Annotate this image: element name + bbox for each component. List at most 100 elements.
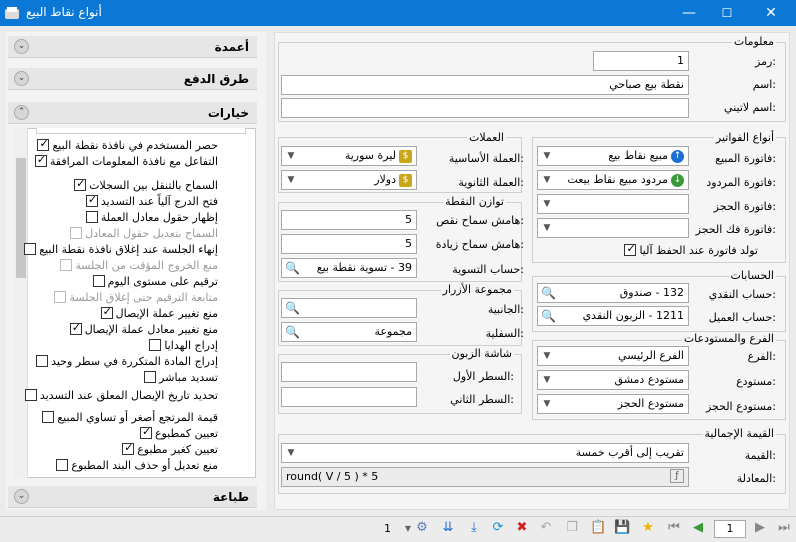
latin-name-input[interactable] [281, 98, 689, 118]
first-record-icon[interactable]: ⏮ [666, 520, 682, 536]
option-item[interactable]: منع تعديل أو حذف البند المطبوع [0, 458, 218, 472]
search-icon[interactable]: 🔍 [284, 260, 300, 276]
minimize-button[interactable]: — [672, 0, 706, 26]
option-item[interactable]: منع تغيير معادل عملة الإيصال [0, 321, 218, 336]
checkbox[interactable] [24, 389, 37, 401]
settlement-account-lookup[interactable]: 🔍 39 - تسوية نقطة بيع [281, 258, 417, 278]
option-item[interactable]: التفاعل مع نافذة المعلومات المرافقة [0, 153, 218, 168]
chevron-down-icon[interactable]: ▼ [538, 371, 556, 389]
rounding-dropdown[interactable]: ▼ تقريب إلى أقرب خمسة [281, 443, 689, 463]
chevron-down-icon[interactable]: ▼ [538, 195, 556, 213]
copy-icon[interactable]: ❐ [564, 520, 580, 536]
deficit-input[interactable]: 5 [281, 210, 417, 230]
cash-account-lookup[interactable]: 🔍 132 - صندوق [537, 283, 689, 303]
option-item[interactable]: إدراج الهدايا [0, 338, 218, 352]
section-columns[interactable]: ⌄ أعمدة [8, 36, 257, 58]
line1-input[interactable] [281, 362, 417, 382]
chevron-down-icon[interactable]: ▼ [538, 395, 556, 413]
section-printing[interactable]: ⌄ طباعة [8, 486, 257, 508]
chevron-down-icon[interactable]: ▼ [282, 147, 300, 165]
star-icon[interactable]: ★ [640, 520, 656, 536]
checkbox[interactable] [144, 371, 157, 383]
option-item[interactable]: قيمة المرتجع أصغر أو تساوي المبيع [0, 410, 218, 424]
reserve-invoice-dropdown[interactable]: ▼ [537, 194, 689, 214]
checkbox[interactable] [85, 211, 98, 223]
unreserve-invoice-dropdown[interactable]: ▼ [537, 218, 689, 238]
section-payment-methods[interactable]: ⌄ طرق الدفع [8, 68, 257, 90]
checkbox[interactable] [69, 321, 82, 335]
expand-icon[interactable]: ⌄ [14, 71, 29, 86]
checkbox[interactable] [92, 275, 105, 287]
code-input[interactable]: 1 [593, 51, 689, 71]
customer-account-lookup[interactable]: 🔍 1211 - الزبون النقدي [537, 306, 689, 326]
checkbox[interactable] [34, 153, 47, 167]
option-item[interactable]: السماح بالتنقل بين السجلات [0, 177, 218, 192]
last-record-icon[interactable]: ⏭ [776, 520, 792, 536]
store-dropdown[interactable]: ▼ مستودع دمشق [537, 370, 689, 390]
option-item[interactable]: إظهار حقول معادل العملة [0, 210, 218, 224]
maximize-button[interactable]: ☐ [710, 0, 744, 26]
expand-icon[interactable]: ⌄ [14, 489, 29, 504]
chevron-down-icon[interactable]: ▼ [282, 171, 300, 189]
surplus-input[interactable]: 5 [281, 234, 417, 254]
search-icon[interactable]: 🔍 [540, 308, 556, 324]
option-item[interactable]: إدراج المادة المتكررة في سطر وحيد [0, 354, 218, 368]
line2-input[interactable] [281, 387, 417, 407]
name-input[interactable]: نقطة بيع صباحي [281, 75, 689, 95]
option-item[interactable]: ترقيم على مستوى اليوم [0, 274, 218, 288]
gears-icon[interactable]: ⚙ [414, 520, 430, 536]
checkbox[interactable] [56, 459, 69, 471]
formula-input[interactable]: round( V / 5 ) * 5 ƒ [281, 467, 689, 487]
previous-record-icon[interactable]: ◀ [690, 520, 706, 536]
branch-dropdown[interactable]: ▼ الفرع الرئيسي [537, 346, 689, 366]
checkbox[interactable] [36, 355, 49, 367]
page-number-input[interactable]: 1 [714, 520, 746, 538]
search-icon[interactable]: 🔍 [284, 324, 300, 340]
export-icon[interactable]: ⤓ [466, 520, 482, 536]
chevron-down-icon[interactable]: ▼ [538, 219, 556, 237]
chevron-down-icon[interactable]: ▼ [538, 347, 556, 365]
sort-icon[interactable]: ⇊ [440, 520, 456, 536]
checkbox[interactable] [149, 339, 162, 351]
option-item[interactable]: تسديد مباشر [0, 370, 218, 384]
option-item[interactable]: تعيين كمطبوع [0, 425, 218, 440]
checkbox[interactable] [74, 177, 87, 191]
checkbox[interactable] [139, 425, 152, 439]
checkbox[interactable] [85, 193, 98, 207]
undo-icon[interactable]: ↶ [538, 520, 554, 536]
autosave-invoice-checkbox[interactable]: تولد فاتورة عند الحفظ آليا [540, 242, 758, 257]
secondary-currency-dropdown[interactable]: ▼ $دولار [281, 170, 417, 190]
side-buttons-lookup[interactable]: 🔍 [281, 298, 417, 318]
option-item[interactable]: إنهاء الجلسة عند إغلاق نافذة نقطة البيع [0, 242, 218, 256]
search-icon[interactable]: 🔍 [284, 300, 300, 316]
search-icon[interactable]: 🔍 [540, 285, 556, 301]
expand-icon[interactable]: ⌄ [14, 39, 29, 54]
checkbox[interactable] [24, 243, 37, 255]
bottom-buttons-lookup[interactable]: 🔍 مجموعة [281, 322, 417, 342]
checkbox[interactable] [624, 242, 637, 256]
checkbox[interactable] [122, 441, 135, 455]
formula-editor-icon[interactable]: ƒ [670, 469, 684, 483]
checkbox[interactable] [42, 411, 55, 423]
delete-icon[interactable]: ✖ [514, 520, 530, 536]
chevron-down-icon[interactable]: ▼ [538, 171, 556, 189]
refresh-icon[interactable]: ⟳ [490, 520, 506, 536]
option-item[interactable]: حصر المستخدم في نافذة نقطة البيع [0, 137, 218, 152]
reserve-store-dropdown[interactable]: ▼ مستودع الحجز [537, 394, 689, 414]
checkbox[interactable] [37, 137, 50, 151]
paste-icon[interactable]: 📋 [590, 520, 606, 536]
option-item[interactable]: تحديد تاريخ الإيصال المعلق عند التسديد [0, 388, 218, 402]
save-icon[interactable]: 💾 [614, 520, 630, 536]
checkbox[interactable] [100, 305, 113, 319]
section-options[interactable]: ⌃ خيارات [8, 102, 257, 124]
next-record-icon[interactable]: ▶ [752, 520, 768, 536]
chevron-down-icon[interactable]: ▼ [538, 147, 556, 165]
option-item[interactable]: فتح الدرج آلياً عند التسديد [0, 193, 218, 208]
base-currency-dropdown[interactable]: ▼ $ليرة سورية [281, 146, 417, 166]
option-item[interactable]: تعيين كغير مطبوع [0, 441, 218, 456]
close-button[interactable]: ✕ [754, 0, 788, 26]
sale-invoice-dropdown[interactable]: ▼ ↑مبيع نقاط بيع [537, 146, 689, 166]
option-item[interactable]: منع تغيير عملة الإيصال [0, 305, 218, 320]
return-invoice-dropdown[interactable]: ▼ ↓مردود مبيع نقاط بيعت [537, 170, 689, 190]
collapse-icon[interactable]: ⌃ [14, 105, 29, 120]
